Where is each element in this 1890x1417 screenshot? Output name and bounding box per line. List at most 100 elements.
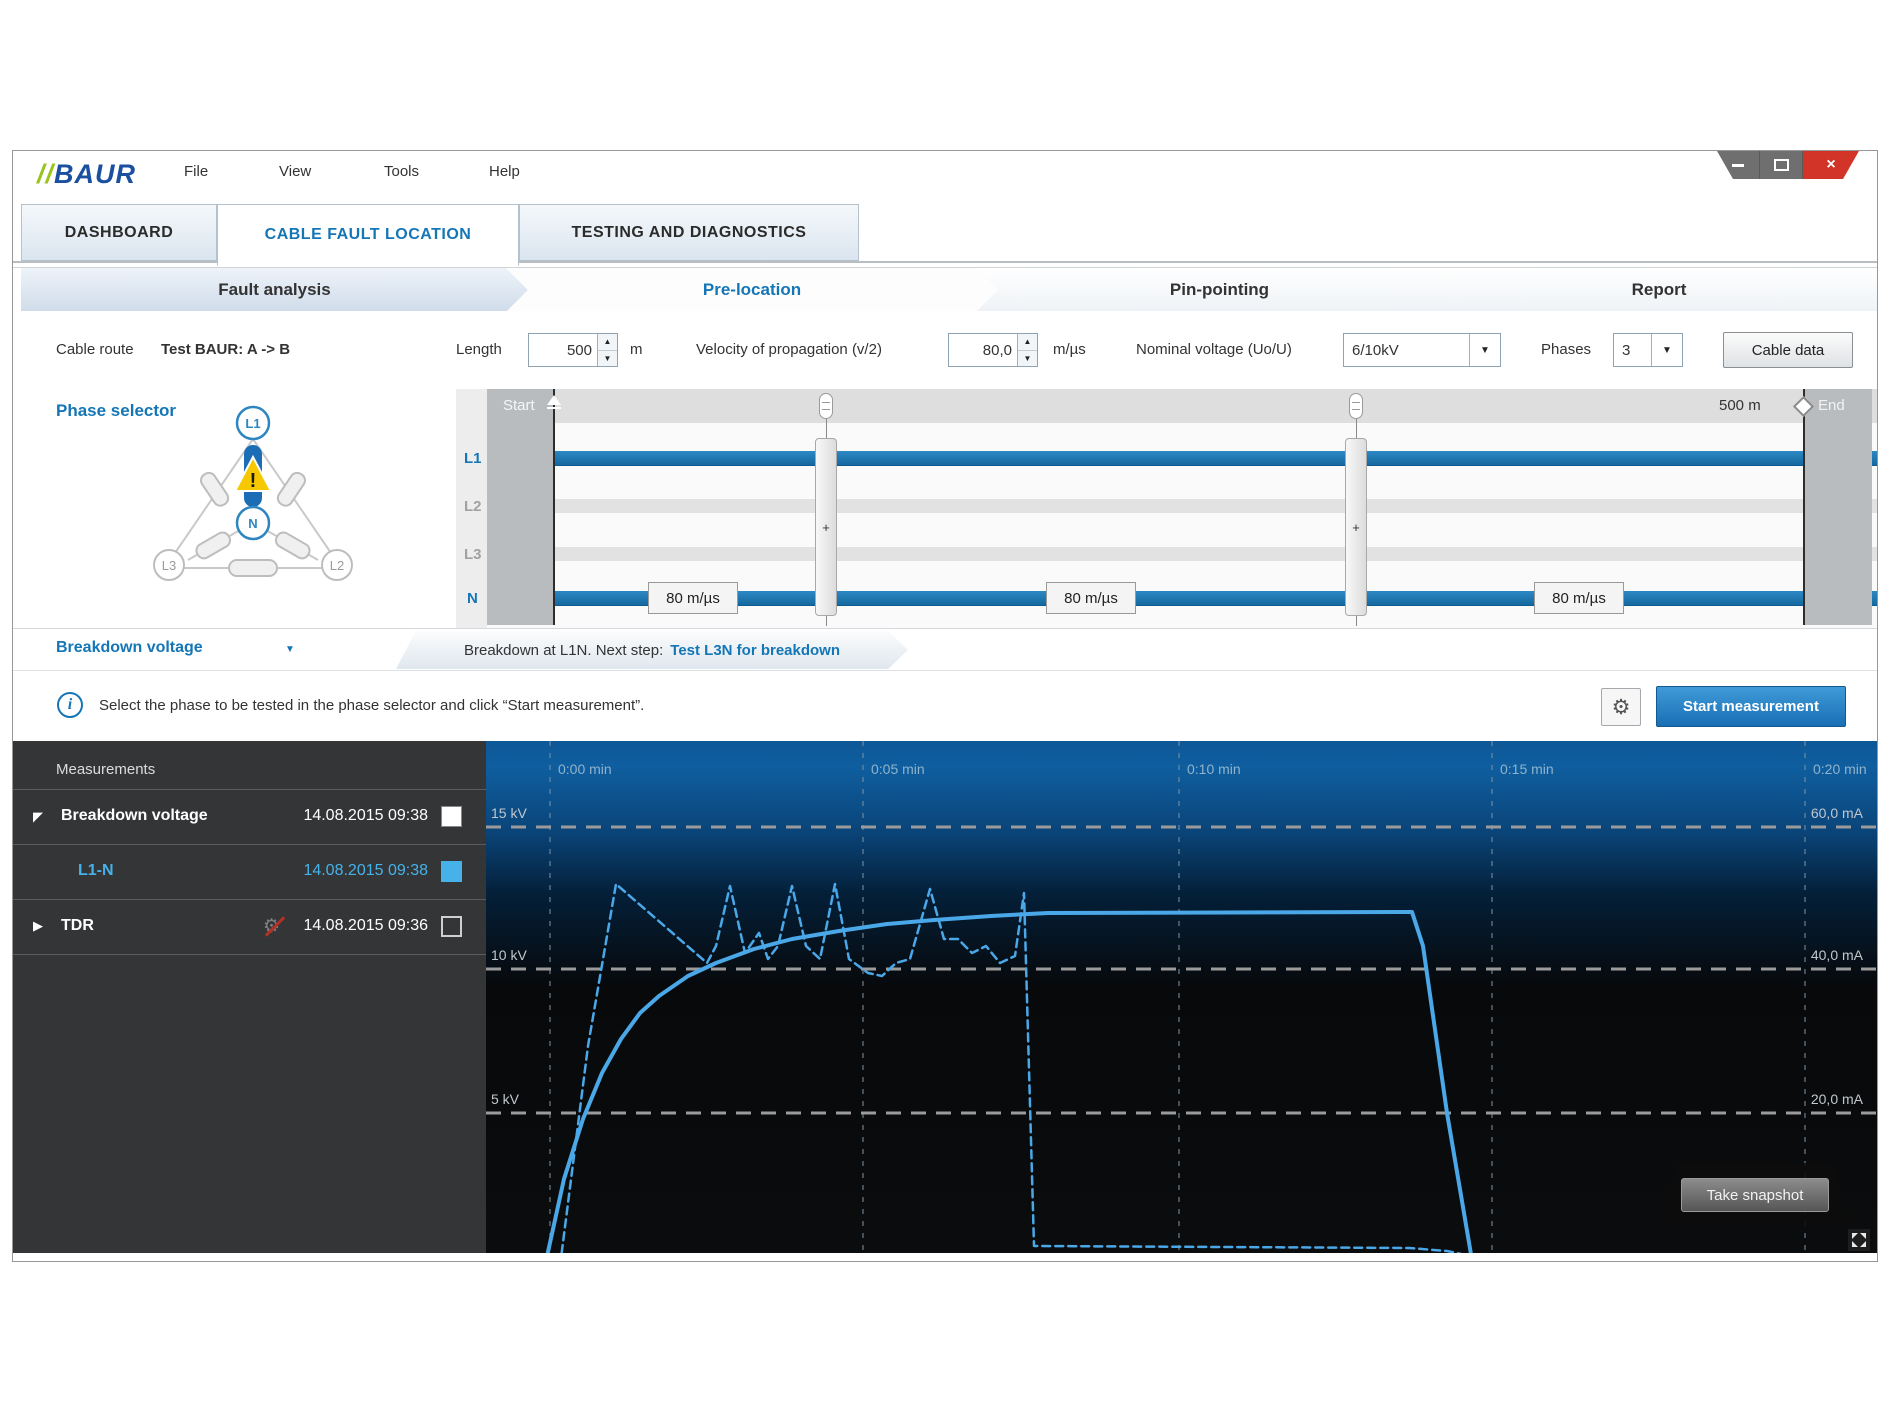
logo-slash-icon: //: [37, 159, 54, 189]
velocity-value[interactable]: 80,0: [949, 334, 1017, 366]
main-tabbar: DASHBOARD CABLE FAULT LOCATION TESTING A…: [13, 201, 1877, 263]
joint-wire: [1356, 616, 1357, 626]
measurement-row-tdr[interactable]: ▶ TDR ⚙ 14.08.2015 09:36: [13, 900, 486, 954]
breadcrumb-pre-location[interactable]: Pre-location: [506, 268, 998, 312]
gear-disabled-icon: ⚙: [263, 915, 287, 939]
menu-help[interactable]: Help: [489, 163, 520, 180]
breadcrumb-report[interactable]: Report: [1441, 268, 1877, 312]
tab-cable-fault-location[interactable]: CABLE FAULT LOCATION: [217, 204, 519, 266]
chevron-down-icon[interactable]: ▼: [1651, 334, 1682, 366]
cable-row-l3-label: L3: [464, 546, 486, 563]
close-icon: ×: [1826, 156, 1835, 174]
measurement-label: TDR: [61, 917, 94, 935]
cable-route-label: Cable route: [56, 341, 134, 358]
cable-track: Start 500 m End + + 80 m/µs 80 m/µs 80 m…: [487, 389, 1877, 628]
phase-node-n[interactable]: N: [237, 507, 269, 539]
info-message: Select the phase to be tested in the pha…: [99, 697, 644, 714]
nominal-voltage-select[interactable]: 6/10kV ▼: [1343, 333, 1501, 367]
joint-wire: [826, 616, 827, 626]
spinner-down-icon[interactable]: ▼: [598, 351, 617, 367]
settings-button[interactable]: ⚙: [1601, 688, 1641, 726]
start-column: [487, 389, 554, 625]
length-unit: m: [630, 341, 643, 358]
menu-tools[interactable]: Tools: [384, 163, 419, 180]
spinner-down-icon[interactable]: ▼: [1018, 351, 1037, 367]
expander-closed-icon[interactable]: ▶: [33, 919, 43, 934]
time-tick-2: 0:10 min: [1187, 761, 1241, 777]
phase-cable-section: Phase selector !: [13, 389, 1877, 629]
warning-icon: !: [235, 457, 271, 492]
segment-speed-2[interactable]: 80 m/µs: [1046, 582, 1136, 614]
visibility-checkbox[interactable]: [441, 861, 462, 882]
chevron-down-icon[interactable]: ▼: [285, 644, 295, 655]
joint-wire: [1356, 419, 1357, 438]
next-step-banner: Breakdown at L1N. Next step: Test L3N fo…: [396, 631, 908, 669]
fullscreen-button[interactable]: [1848, 1229, 1870, 1251]
joint-symbol-icon: [1349, 393, 1363, 419]
phases-select[interactable]: 3 ▼: [1613, 333, 1683, 367]
tab-testing-diagnostics[interactable]: TESTING AND DIAGNOSTICS: [519, 204, 859, 261]
spinner-up-icon[interactable]: ▲: [598, 334, 617, 351]
phase-node-l3[interactable]: L3: [154, 550, 184, 580]
measurement-row-l1n[interactable]: L1-N 14.08.2015 09:38: [13, 845, 486, 899]
cable-line-l3: [487, 547, 1877, 561]
ma-tick-20: 20,0 mA: [1811, 1091, 1863, 1107]
phase-node-l1[interactable]: L1: [237, 407, 269, 439]
tab-dashboard[interactable]: DASHBOARD: [21, 204, 217, 261]
start-marker-icon[interactable]: [545, 395, 563, 413]
chart-curves-svg: [486, 741, 1877, 1253]
start-measurement-button[interactable]: Start measurement: [1656, 686, 1846, 727]
svg-text:L2: L2: [330, 558, 344, 573]
end-line: [1803, 389, 1805, 625]
segment-speed-3[interactable]: 80 m/µs: [1534, 582, 1624, 614]
next-step-text: Breakdown at L1N. Next step:: [464, 642, 663, 659]
measurement-chart[interactable]: 0:00 min 0:05 min 0:10 min 0:15 min 0:20…: [486, 741, 1877, 1253]
velocity-stepper: ▲ ▼: [1017, 334, 1037, 366]
maximize-button[interactable]: [1760, 151, 1803, 179]
mode-dropdown[interactable]: Breakdown voltage: [56, 639, 203, 657]
velocity-unit: m/µs: [1053, 341, 1086, 358]
cable-data-button[interactable]: Cable data: [1723, 332, 1853, 368]
take-snapshot-button[interactable]: Take snapshot: [1681, 1178, 1829, 1212]
spinner-up-icon[interactable]: ▲: [1018, 334, 1037, 351]
segment-speed-1[interactable]: 80 m/µs: [648, 582, 738, 614]
svg-text:N: N: [248, 516, 257, 531]
velocity-input[interactable]: 80,0 ▲ ▼: [948, 333, 1038, 367]
curve-leakage-current: [560, 884, 1485, 1253]
close-button[interactable]: ×: [1803, 151, 1859, 179]
cable-top-band: [487, 389, 1877, 423]
visibility-checkbox[interactable]: [441, 806, 462, 827]
svg-text:L3: L3: [162, 558, 176, 573]
total-length-label: 500 m: [1719, 397, 1761, 414]
length-input[interactable]: 500 ▲ ▼: [528, 333, 618, 367]
phase-node-l2[interactable]: L2: [322, 550, 352, 580]
time-tick-3: 0:15 min: [1500, 761, 1554, 777]
cable-joint-2[interactable]: +: [1345, 438, 1367, 616]
next-step-action[interactable]: Test L3N for breakdown: [670, 642, 840, 659]
phase-selector-diagram[interactable]: ! L1 N L3 L2: [103, 405, 403, 625]
cable-route-diagram: L1 L2 L3 N Start 500 m End: [456, 389, 1877, 628]
ma-tick-40: 40,0 mA: [1811, 947, 1863, 963]
expander-open-icon[interactable]: ◤: [33, 810, 43, 825]
cable-line-l2: [487, 499, 1877, 513]
menu-view[interactable]: View: [279, 163, 311, 180]
breadcrumb-fault-analysis[interactable]: Fault analysis: [21, 268, 528, 312]
time-tick-1: 0:05 min: [871, 761, 925, 777]
visibility-checkbox[interactable]: [441, 916, 462, 937]
menu-file[interactable]: File: [184, 163, 208, 180]
cable-row-l2-label: L2: [464, 498, 486, 515]
breadcrumb-pin-pointing[interactable]: Pin-pointing: [976, 268, 1463, 312]
minimize-button[interactable]: [1717, 151, 1760, 179]
joint-wire: [826, 419, 827, 438]
cable-row-l1-label: L1: [464, 450, 486, 467]
chevron-down-icon[interactable]: ▼: [1469, 334, 1500, 366]
cable-line-l1: [487, 451, 1877, 465]
end-label: End: [1818, 397, 1845, 414]
nominal-voltage-label: Nominal voltage (Uo/U): [1136, 341, 1292, 358]
kv-tick-5: 5 kV: [491, 1091, 519, 1107]
measurement-row-breakdown[interactable]: ◤ Breakdown voltage 14.08.2015 09:38: [13, 790, 486, 844]
cable-joint-1[interactable]: +: [815, 438, 837, 616]
info-icon: i: [57, 692, 83, 718]
length-value[interactable]: 500: [529, 334, 597, 366]
ma-tick-60: 60,0 mA: [1811, 805, 1863, 821]
